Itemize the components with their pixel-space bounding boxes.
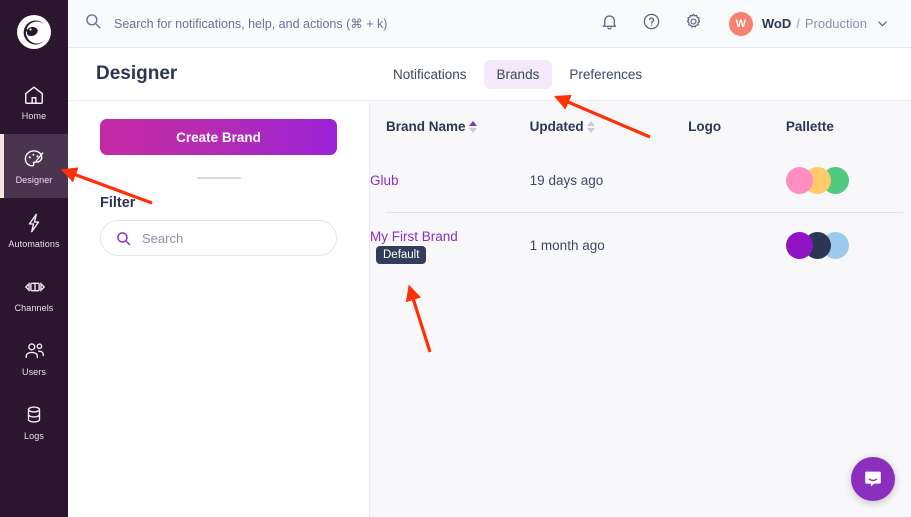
sidebar-item-designer[interactable]: Designer (0, 134, 68, 198)
sort-indicator-updated (586, 120, 595, 133)
lightning-icon (23, 212, 45, 234)
sidebar-item-home-label: Home (21, 110, 47, 121)
cell-logo (688, 213, 786, 277)
main-area: Search for notifications, help, and acti… (68, 0, 911, 517)
cell-logo (688, 148, 786, 212)
top-bar: Search for notifications, help, and acti… (68, 0, 911, 48)
brand-name-link[interactable]: My First Brand (370, 227, 458, 246)
top-bar-actions: W WoD / Production (599, 11, 889, 36)
search-icon (115, 230, 132, 247)
sidebar: Home Designer Automations Channels Users… (0, 0, 68, 517)
filter-label: Filter (100, 195, 136, 211)
table-row[interactable]: My First Brand Default 1 month ago (370, 213, 911, 277)
panel-divider (196, 177, 241, 179)
bell-icon (600, 12, 619, 36)
brand-search-input[interactable]: Search (100, 220, 337, 256)
sidebar-item-logs[interactable]: Logs (0, 390, 68, 454)
column-header-pallette: Pallette (785, 119, 834, 134)
sidebar-item-automations[interactable]: Automations (0, 198, 68, 262)
column-header-brand-name[interactable]: Brand Name (370, 101, 530, 148)
cell-updated: 1 month ago (530, 213, 688, 277)
sidebar-item-users-label: Users (21, 366, 46, 377)
notifications-button[interactable] (599, 13, 621, 35)
column-label-brand-name: Brand Name (386, 119, 466, 134)
sidebar-item-channels-label: Channels (14, 302, 54, 313)
chevron-down-icon (876, 17, 889, 30)
palette-swatch (785, 166, 813, 194)
page-header: Designer Notifications Brands Preference… (68, 48, 911, 101)
brands-table-panel: Brand Name Updated Logo Pallette Glub 19… (370, 101, 911, 517)
table-header: Brand Name Updated Logo Pallette (370, 101, 911, 148)
global-search-placeholder: Search for notifications, help, and acti… (114, 17, 388, 31)
help-circle-icon (642, 12, 661, 36)
column-label-updated: Updated (529, 119, 584, 134)
intercom-message-icon (862, 468, 884, 490)
org-switcher[interactable]: W WoD / Production (728, 11, 889, 36)
org-environment: Production (804, 16, 867, 31)
global-search-input[interactable]: Search for notifications, help, and acti… (84, 12, 599, 35)
app-logo[interactable] (0, 8, 68, 56)
tab-bar: Notifications Brands Preferences (370, 48, 655, 100)
cell-pallette (785, 148, 911, 212)
sidebar-item-channels[interactable]: Channels (0, 262, 68, 326)
courier-bird-logo-icon (17, 15, 51, 49)
brand-name-link[interactable]: Glub (370, 171, 399, 190)
channels-icon (23, 276, 46, 298)
gear-icon (684, 12, 703, 36)
search-icon (84, 12, 102, 35)
status-badge: Default (376, 245, 427, 264)
sidebar-item-home[interactable]: Home (0, 70, 68, 134)
brands-side-panel: Create Brand Filter Search (68, 101, 370, 517)
palette-icon (23, 148, 45, 170)
users-icon (23, 340, 45, 362)
table-row[interactable]: Glub 19 days ago (370, 148, 911, 212)
org-name: WoD (761, 16, 792, 31)
brand-search-placeholder: Search (142, 230, 184, 246)
cell-brand-name: My First Brand Default (370, 213, 530, 277)
cell-pallette (785, 213, 911, 277)
palette-swatch (785, 231, 813, 259)
sidebar-item-logs-label: Logs (24, 430, 44, 441)
home-icon (23, 84, 45, 106)
table-body: Glub 19 days ago My First Brand Default … (370, 148, 911, 277)
page-title: Designer (96, 63, 178, 84)
help-button[interactable] (641, 13, 663, 35)
palette-swatches (785, 231, 911, 259)
sidebar-item-users[interactable]: Users (0, 326, 68, 390)
intercom-launcher-button[interactable] (851, 457, 895, 501)
cell-brand-name: Glub (370, 148, 530, 212)
sort-indicator-brand-name (468, 120, 477, 133)
updated-text: 1 month ago (529, 237, 605, 253)
create-brand-button[interactable]: Create Brand (100, 119, 337, 155)
brands-table: Brand Name Updated Logo Pallette Glub 19… (370, 101, 911, 277)
avatar: W (728, 11, 753, 36)
tab-notifications[interactable]: Notifications (380, 60, 480, 89)
org-separator: / (796, 16, 800, 31)
tab-brands[interactable]: Brands (483, 59, 553, 89)
settings-button[interactable] (683, 13, 705, 35)
sidebar-item-designer-label: Designer (15, 174, 53, 185)
sidebar-item-automations-label: Automations (8, 238, 60, 249)
database-icon (23, 404, 45, 426)
app-root: Home Designer Automations Channels Users… (0, 0, 911, 517)
updated-text: 19 days ago (529, 172, 604, 188)
palette-swatches (785, 166, 911, 194)
tab-preferences[interactable]: Preferences (556, 60, 655, 89)
column-header-updated[interactable]: Updated (530, 101, 688, 148)
column-header-logo: Logo (688, 119, 722, 134)
cell-updated: 19 days ago (530, 148, 688, 212)
content-area: Create Brand Filter Search Brand Name Up… (68, 101, 911, 517)
